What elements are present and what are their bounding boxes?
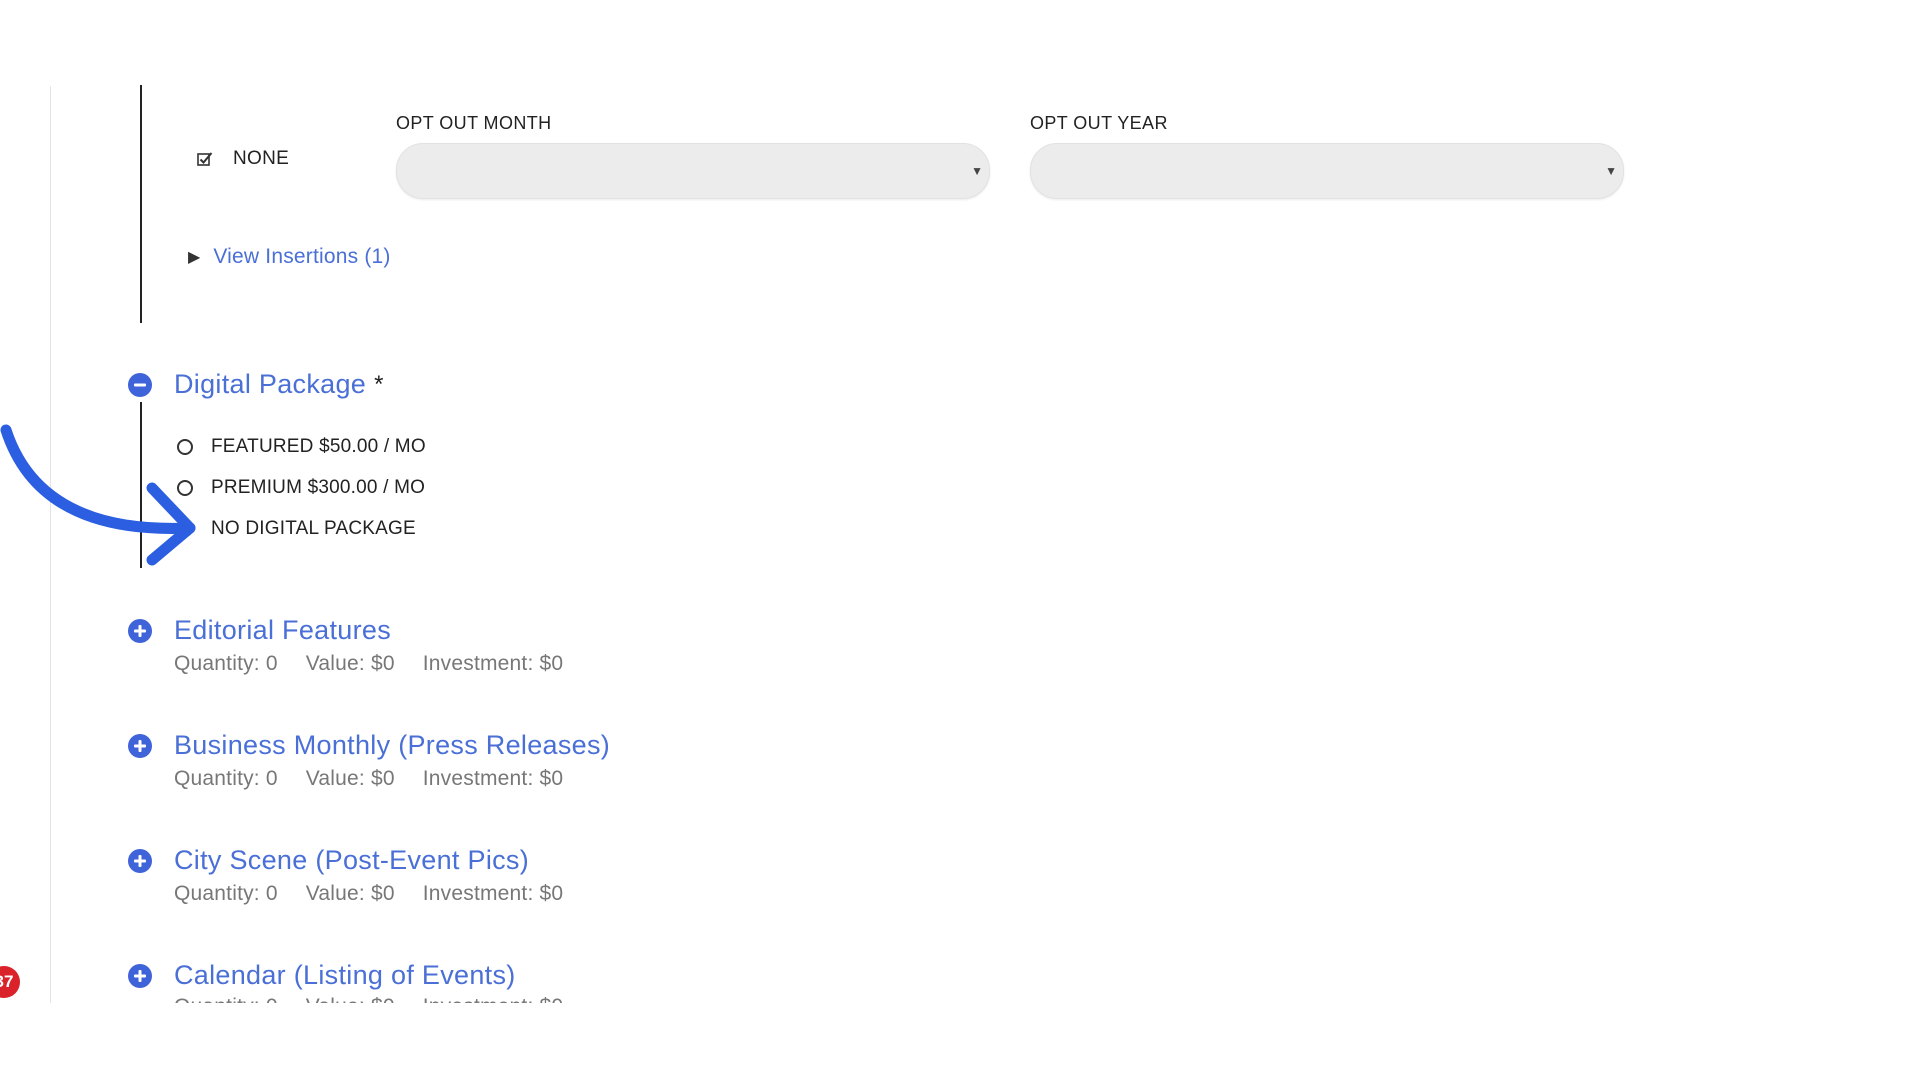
- value-text: Value: $0: [305, 882, 395, 905]
- value-text: Value: $0: [305, 767, 395, 790]
- plus-circle-icon[interactable]: [128, 963, 152, 988]
- opt-out-month-label: OPT OUT MONTH: [396, 113, 552, 133]
- quantity-text: Quantity: 0: [174, 652, 278, 675]
- triangle-right-icon: ▶: [188, 249, 201, 266]
- calendar-summary: Quantity: 0 Value: $0 Investment: $0: [174, 995, 563, 1003]
- value-text: Value: $0: [306, 995, 395, 1003]
- plus-circle-icon[interactable]: [128, 733, 152, 758]
- section-line-opt-out: [140, 85, 142, 323]
- investment-text: Investment: $0: [423, 995, 564, 1003]
- radio-premium[interactable]: PREMIUM $300.00 / MO: [177, 477, 425, 499]
- required-marker: *: [374, 370, 384, 398]
- radio-no-digital-package[interactable]: NO DIGITAL PACKAGE: [177, 518, 416, 540]
- business-monthly-title[interactable]: Business Monthly (Press Releases): [174, 730, 610, 761]
- none-checkbox-label: NONE: [233, 148, 290, 169]
- opt-out-year-select[interactable]: ▼: [1030, 143, 1624, 199]
- page: NONE OPT OUT MONTH ▼ OPT OUT YEAR ▼ ▶ Vi…: [0, 0, 1920, 1080]
- radio-button-icon[interactable]: [177, 521, 193, 537]
- view-insertions-link[interactable]: View Insertions (1): [213, 245, 390, 269]
- editorial-features-title[interactable]: Editorial Features: [174, 615, 391, 646]
- none-checkbox-row[interactable]: NONE: [197, 148, 289, 170]
- plus-circle-icon[interactable]: [128, 848, 152, 873]
- business-monthly-header: Business Monthly (Press Releases): [128, 730, 610, 761]
- plus-circle-icon[interactable]: [128, 618, 152, 643]
- city-scene-title[interactable]: City Scene (Post-Event Pics): [174, 845, 529, 876]
- opt-out-month-select[interactable]: ▼: [396, 143, 990, 199]
- view-insertions-toggle[interactable]: ▶ View Insertions (1): [188, 245, 391, 269]
- opt-out-year-label: OPT OUT YEAR: [1030, 113, 1168, 133]
- notification-badge[interactable]: 37: [0, 966, 20, 998]
- checked-square-icon[interactable]: [197, 151, 213, 167]
- quantity-text: Quantity: 0: [174, 995, 278, 1003]
- radio-button-icon[interactable]: [177, 480, 193, 496]
- digital-package-header: Digital Package *: [128, 369, 383, 400]
- left-divider: [50, 86, 51, 1003]
- quantity-text: Quantity: 0: [174, 767, 278, 790]
- radio-no-digital-package-label: NO DIGITAL PACKAGE: [211, 518, 416, 539]
- radio-premium-label: PREMIUM $300.00 / MO: [211, 477, 426, 498]
- curved-arrow-icon: [0, 424, 196, 566]
- digital-package-title[interactable]: Digital Package: [174, 369, 366, 400]
- calendar-title[interactable]: Calendar (Listing of Events): [174, 960, 516, 991]
- radio-featured-label: FEATURED $50.00 / MO: [211, 436, 426, 457]
- investment-text: Investment: $0: [422, 652, 564, 675]
- business-monthly-summary: Quantity: 0 Value: $0 Investment: $0: [174, 767, 563, 791]
- minus-circle-icon[interactable]: [128, 372, 152, 397]
- city-scene-summary: Quantity: 0 Value: $0 Investment: $0: [174, 882, 563, 906]
- value-text: Value: $0: [305, 652, 395, 675]
- investment-text: Investment: $0: [422, 767, 564, 790]
- editorial-features-header: Editorial Features: [128, 615, 391, 646]
- city-scene-header: City Scene (Post-Event Pics): [128, 845, 529, 876]
- radio-featured[interactable]: FEATURED $50.00 / MO: [177, 436, 426, 458]
- radio-button-icon[interactable]: [177, 439, 193, 455]
- caret-down-icon: ▼: [971, 164, 983, 178]
- caret-down-icon: ▼: [1605, 164, 1617, 178]
- quantity-text: Quantity: 0: [174, 882, 278, 905]
- section-line-digital-package: [140, 402, 142, 568]
- editorial-features-summary: Quantity: 0 Value: $0 Investment: $0: [174, 652, 563, 676]
- investment-text: Investment: $0: [422, 882, 564, 905]
- calendar-header: Calendar (Listing of Events): [128, 960, 516, 991]
- content-area: NONE OPT OUT MONTH ▼ OPT OUT YEAR ▼ ▶ Vi…: [0, 0, 1920, 1003]
